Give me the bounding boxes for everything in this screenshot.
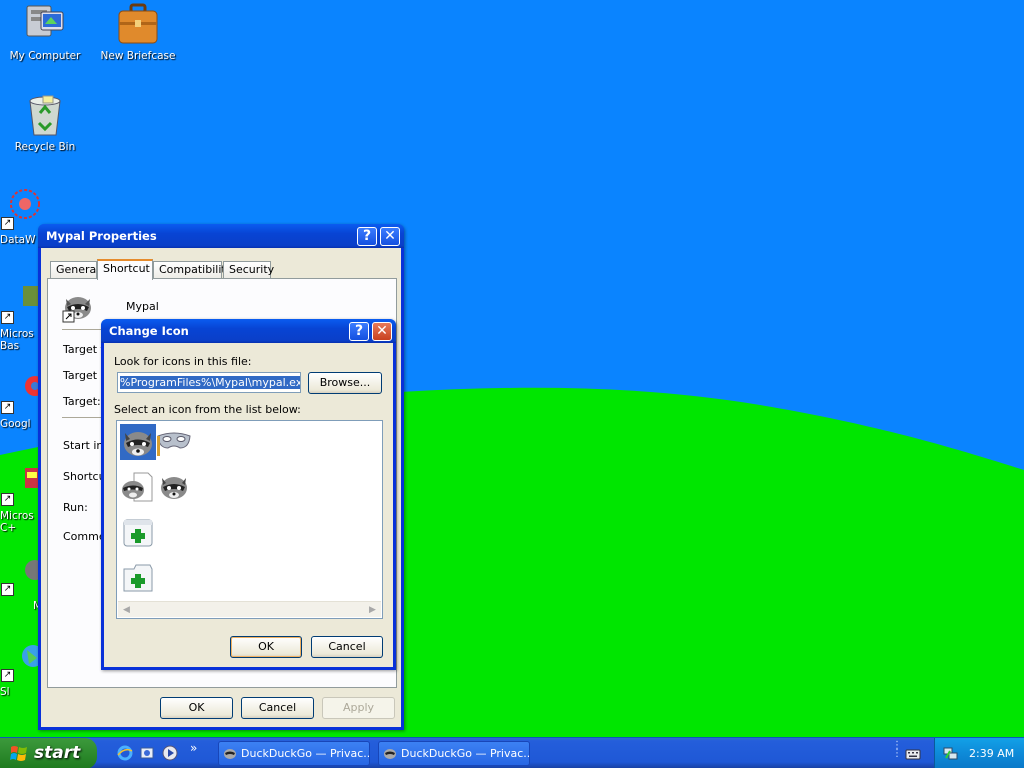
computer-icon	[23, 2, 67, 46]
icon-option-raccoon-document[interactable]	[120, 469, 156, 505]
start-button[interactable]: start	[0, 738, 97, 768]
tab-general[interactable]: General	[50, 261, 99, 279]
horizontal-scrollbar[interactable]: ◀ ▶	[118, 601, 381, 617]
icon-file-path-input[interactable]: %ProgramFiles%\Mypal\mypal.exe	[117, 372, 301, 393]
cancel-button[interactable]: Cancel	[241, 697, 314, 719]
target-location-label: Target l	[63, 369, 104, 382]
desktop-icon-recycle-bin[interactable]: Recycle Bin	[0, 93, 90, 153]
look-for-icons-label: Look for icons in this file:	[114, 355, 252, 368]
dialog-title: Change Icon	[109, 324, 189, 338]
outlook-icon[interactable]	[139, 745, 155, 761]
icon-option-add-window[interactable]	[120, 514, 156, 550]
icon-option-mask[interactable]	[156, 424, 192, 460]
close-button[interactable]: ✕	[380, 227, 400, 246]
icon-option-raccoon[interactable]	[120, 424, 156, 460]
media-player-icon[interactable]	[162, 745, 178, 761]
icon-list[interactable]: ◀ ▶	[116, 420, 383, 619]
cancel-button[interactable]: Cancel	[311, 636, 383, 658]
tab-shortcut[interactable]: Shortcut	[97, 259, 153, 280]
desktop-icon-new-briefcase[interactable]: New Briefcase	[93, 2, 183, 62]
raccoon-document-icon	[122, 472, 153, 502]
keyboard-icon[interactable]	[905, 747, 921, 761]
raccoon-icon	[62, 291, 94, 323]
desktop-icon-label: Recycle Bin	[14, 141, 76, 153]
toolbar-grip-icon[interactable]: ⋮ ⋮	[892, 741, 902, 759]
ok-button[interactable]: OK	[230, 636, 302, 658]
tab-security[interactable]: Security	[223, 261, 274, 279]
shortcut-arrow-icon: ↗	[1, 583, 14, 596]
help-button[interactable]: ?	[357, 227, 377, 246]
add-document-icon	[123, 564, 153, 592]
add-window-icon	[123, 519, 153, 547]
taskbar-item-label: DuckDuckGo — Privac...	[401, 747, 530, 760]
shortcut-arrow-icon: ↗	[1, 669, 14, 682]
browse-button[interactable]: Browse...	[308, 372, 382, 394]
icon-option-add-document[interactable]	[120, 559, 156, 595]
system-tray: 2:39 AM	[934, 738, 1024, 768]
properties-titlebar[interactable]: Mypal Properties ? ✕	[38, 224, 404, 248]
shortcut-arrow-icon: ↗	[1, 493, 14, 506]
taskbar-item[interactable]: DuckDuckGo — Privac...	[218, 741, 370, 766]
scroll-right-icon[interactable]: ▶	[365, 603, 380, 617]
change-icon-dialog: Change Icon ? ✕ Look for icons in this f…	[101, 319, 396, 670]
app-name-label: Mypal	[126, 300, 159, 313]
recycle-bin-icon	[23, 93, 67, 137]
raccoon-icon	[384, 749, 396, 759]
shortcut-arrow-icon: ↗	[1, 217, 14, 230]
raccoon-icon	[124, 432, 152, 456]
desktop-icon-my-computer[interactable]: My Computer	[0, 2, 90, 62]
icon-option-raccoon-small[interactable]	[156, 469, 192, 505]
raccoon-icon	[161, 477, 187, 499]
taskbar-item[interactable]: DuckDuckGo — Privac...	[378, 741, 530, 766]
mask-icon	[157, 432, 191, 456]
datawatch-icon: ↗	[1, 186, 45, 230]
change-icon-titlebar[interactable]: Change Icon ? ✕	[101, 319, 396, 343]
ie-icon[interactable]	[117, 745, 133, 761]
target-label: Target:	[63, 395, 101, 408]
briefcase-icon	[116, 2, 160, 46]
help-button[interactable]: ?	[349, 322, 369, 341]
desktop-icon-label: My Computer	[9, 50, 81, 62]
raccoon-icon	[224, 749, 236, 759]
window-title: Mypal Properties	[46, 229, 157, 243]
select-icon-label: Select an icon from the list below:	[114, 403, 301, 416]
clock[interactable]: 2:39 AM	[969, 738, 1014, 768]
target-type-label: Target t	[63, 343, 105, 356]
desktop-icon-label: New Briefcase	[100, 50, 176, 62]
windows-flag-icon	[10, 746, 27, 761]
tab-compatibility[interactable]: Compatibility	[153, 261, 232, 279]
scroll-left-icon[interactable]: ◀	[119, 603, 134, 617]
taskbar: start » DuckDuckGo — Privac... DuckDuckG…	[0, 737, 1024, 768]
close-button[interactable]: ✕	[372, 322, 392, 341]
shortcut-arrow-icon: ↗	[1, 311, 14, 324]
shortcut-key-label: Shortcu	[63, 470, 106, 483]
ok-button[interactable]: OK	[160, 697, 233, 719]
apply-button[interactable]: Apply	[322, 697, 395, 719]
file-path-text: %ProgramFiles%\Mypal\mypal.exe	[120, 376, 300, 389]
start-label: start	[34, 743, 81, 763]
shortcut-arrow-icon: ↗	[1, 401, 14, 414]
quick-launch-more-icon[interactable]: »	[190, 741, 197, 755]
network-icon[interactable]	[943, 746, 959, 761]
taskbar-item-label: DuckDuckGo — Privac...	[241, 747, 370, 760]
run-label: Run:	[63, 501, 88, 514]
